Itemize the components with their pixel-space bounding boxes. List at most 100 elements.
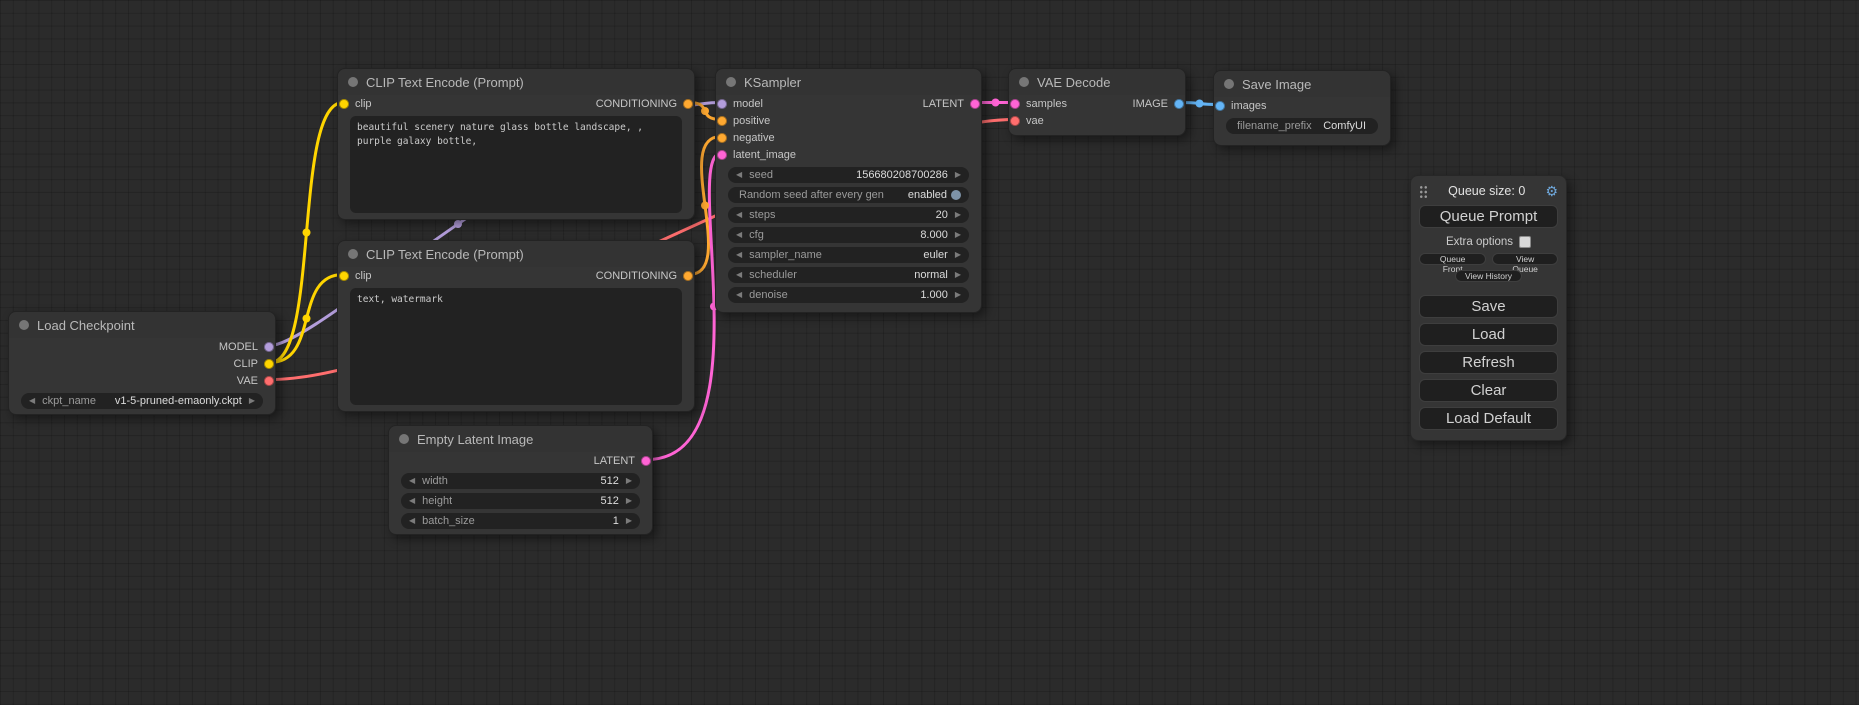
node-title-bar[interactable]: Empty Latent Image (389, 426, 652, 452)
output-label-latent: LATENT (923, 98, 964, 110)
queue-prompt-button[interactable]: Queue Prompt (1419, 205, 1558, 228)
prompt-textarea[interactable]: beautiful scenery nature glass bottle la… (350, 116, 682, 213)
prompt-textarea[interactable]: text, watermark (350, 288, 682, 405)
node-clip-text-encode-positive[interactable]: CLIP Text Encode (Prompt) clip CONDITION… (337, 68, 695, 220)
load-default-button[interactable]: Load Default (1419, 407, 1558, 430)
output-slot-latent[interactable] (970, 99, 980, 109)
queue-front-button[interactable]: Queue Front (1419, 253, 1486, 265)
widget-scheduler[interactable]: ◀ scheduler normal ▶ (728, 267, 969, 283)
output-label-clip: CLIP (234, 358, 258, 370)
combo-prev-icon[interactable]: ◀ (736, 271, 742, 279)
increment-icon[interactable]: ▶ (626, 517, 632, 525)
input-slot-samples[interactable] (1010, 99, 1020, 109)
node-title: Save Image (1242, 77, 1311, 92)
output-slot-conditioning[interactable] (683, 271, 693, 281)
widget-label: cfg (749, 229, 764, 241)
input-slot-images[interactable] (1215, 101, 1225, 111)
node-graph-canvas[interactable]: Load Checkpoint MODEL CLIP VAE ◀ ckpt_na… (0, 0, 1859, 705)
decrement-icon[interactable]: ◀ (409, 497, 415, 505)
extra-options-label: Extra options (1446, 236, 1513, 248)
output-slot-clip[interactable] (264, 359, 274, 369)
extra-options-checkbox[interactable] (1519, 236, 1531, 248)
increment-icon[interactable]: ▶ (955, 231, 961, 239)
combo-prev-icon[interactable]: ◀ (29, 397, 35, 405)
input-slot-positive[interactable] (717, 116, 727, 126)
output-slot-latent[interactable] (641, 456, 651, 466)
decrement-icon[interactable]: ◀ (409, 517, 415, 525)
input-label-vae: vae (1026, 115, 1044, 127)
node-title: VAE Decode (1037, 75, 1110, 90)
output-slot-model[interactable] (264, 342, 274, 352)
input-slot-vae[interactable] (1010, 116, 1020, 126)
load-button[interactable]: Load (1419, 323, 1558, 346)
widget-ckpt-name[interactable]: ◀ ckpt_name v1-5-pruned-emaonly.ckpt ▶ (21, 393, 263, 409)
widget-seed[interactable]: ◀ seed 156680208700286 ▶ (728, 167, 969, 183)
input-slot-latent-image[interactable] (717, 150, 727, 160)
widget-cfg[interactable]: ◀ cfg 8.000 ▶ (728, 227, 969, 243)
toggle-knob-icon[interactable] (951, 190, 961, 200)
settings-gear-icon[interactable]: ⚙ (1545, 184, 1558, 198)
node-load-checkpoint[interactable]: Load Checkpoint MODEL CLIP VAE ◀ ckpt_na… (8, 311, 276, 415)
node-title-bar[interactable]: CLIP Text Encode (Prompt) (338, 241, 694, 267)
widget-value: ComfyUI (1323, 120, 1366, 132)
decrement-icon[interactable]: ◀ (736, 231, 742, 239)
node-title-bar[interactable]: CLIP Text Encode (Prompt) (338, 69, 694, 95)
output-slot-image[interactable] (1174, 99, 1184, 109)
node-status-dot (399, 434, 409, 444)
increment-icon[interactable]: ▶ (955, 171, 961, 179)
widget-sampler-name[interactable]: ◀ sampler_name euler ▶ (728, 247, 969, 263)
input-label-images: images (1231, 100, 1266, 112)
increment-icon[interactable]: ▶ (626, 477, 632, 485)
view-history-button[interactable]: View History (1455, 270, 1522, 282)
node-save-image[interactable]: Save Image images filename_prefix ComfyU… (1213, 70, 1391, 146)
decrement-icon[interactable]: ◀ (736, 171, 742, 179)
slot-row: latent_image (716, 146, 981, 163)
input-slot-clip[interactable] (339, 99, 349, 109)
widget-value: euler (923, 249, 947, 261)
input-slot-clip[interactable] (339, 271, 349, 281)
widget-steps[interactable]: ◀ steps 20 ▶ (728, 207, 969, 223)
output-label-conditioning: CONDITIONING (596, 98, 677, 110)
input-slot-negative[interactable] (717, 133, 727, 143)
combo-prev-icon[interactable]: ◀ (736, 251, 742, 259)
widget-random-seed-toggle[interactable]: Random seed after every gen enabled (728, 187, 969, 203)
increment-icon[interactable]: ▶ (626, 497, 632, 505)
decrement-icon[interactable]: ◀ (409, 477, 415, 485)
slot-row: MODEL (9, 338, 275, 355)
widget-batch-size[interactable]: ◀ batch_size 1 ▶ (401, 513, 640, 529)
widget-denoise[interactable]: ◀ denoise 1.000 ▶ (728, 287, 969, 303)
input-slot-model[interactable] (717, 99, 727, 109)
decrement-icon[interactable]: ◀ (736, 211, 742, 219)
widget-value: 512 (600, 495, 618, 507)
node-title-bar[interactable]: Load Checkpoint (9, 312, 275, 338)
decrement-icon[interactable]: ◀ (736, 291, 742, 299)
clear-button[interactable]: Clear (1419, 379, 1558, 402)
view-queue-button[interactable]: View Queue (1492, 253, 1558, 265)
widget-filename-prefix[interactable]: filename_prefix ComfyUI (1226, 118, 1378, 134)
output-slot-vae[interactable] (264, 376, 274, 386)
combo-next-icon[interactable]: ▶ (249, 397, 255, 405)
node-title-bar[interactable]: KSampler (716, 69, 981, 95)
node-status-dot (1224, 79, 1234, 89)
increment-icon[interactable]: ▶ (955, 211, 961, 219)
combo-next-icon[interactable]: ▶ (955, 251, 961, 259)
combo-next-icon[interactable]: ▶ (955, 271, 961, 279)
wire-dot-cond-negative (701, 202, 709, 210)
node-title: CLIP Text Encode (Prompt) (366, 247, 524, 262)
save-button[interactable]: Save (1419, 295, 1558, 318)
node-title-bar[interactable]: Save Image (1214, 71, 1390, 97)
drag-handle-icon[interactable] (1419, 184, 1428, 198)
node-vae-decode[interactable]: VAE Decode samples IMAGE vae (1008, 68, 1186, 136)
node-empty-latent-image[interactable]: Empty Latent Image LATENT ◀ width 512 ▶ … (388, 425, 653, 535)
node-clip-text-encode-negative[interactable]: CLIP Text Encode (Prompt) clip CONDITION… (337, 240, 695, 412)
refresh-button[interactable]: Refresh (1419, 351, 1558, 374)
widget-height[interactable]: ◀ height 512 ▶ (401, 493, 640, 509)
output-slot-conditioning[interactable] (683, 99, 693, 109)
node-ksampler[interactable]: KSampler model LATENT positive negative (715, 68, 982, 313)
input-label-positive: positive (733, 115, 770, 127)
increment-icon[interactable]: ▶ (955, 291, 961, 299)
widget-width[interactable]: ◀ width 512 ▶ (401, 473, 640, 489)
output-label-conditioning: CONDITIONING (596, 270, 677, 282)
widget-value: 20 (936, 209, 948, 221)
node-title-bar[interactable]: VAE Decode (1009, 69, 1185, 95)
